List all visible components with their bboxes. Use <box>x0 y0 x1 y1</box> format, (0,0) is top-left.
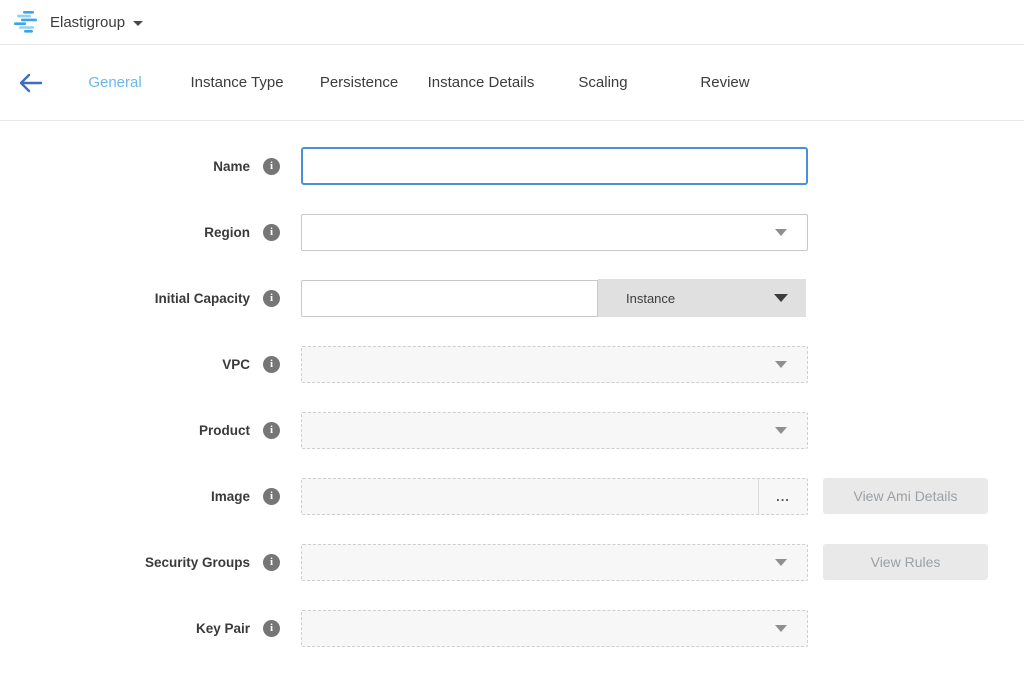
tab-review[interactable]: Review <box>664 74 786 91</box>
tab-instance-details[interactable]: Instance Details <box>420 74 542 91</box>
back-arrow-icon[interactable] <box>18 72 44 94</box>
key-pair-row: Key Pair i <box>0 609 1024 647</box>
view-rules-button[interactable]: View Rules <box>823 544 988 580</box>
chevron-down-icon <box>775 559 787 566</box>
initial-capacity-row: Initial Capacity i Instance <box>0 279 1024 317</box>
key-pair-label: Key Pair <box>0 621 250 636</box>
security-groups-info-icon[interactable]: i <box>263 554 280 571</box>
image-row: Image i ... View Ami Details <box>0 477 1024 515</box>
image-label: Image <box>0 489 250 504</box>
product-row: Product i <box>0 411 1024 449</box>
tab-persistence[interactable]: Persistence <box>298 74 420 91</box>
product-select <box>301 412 808 449</box>
chevron-down-icon <box>775 229 787 236</box>
security-groups-select <box>301 544 808 581</box>
vpc-select <box>301 346 808 383</box>
initial-capacity-info-icon[interactable]: i <box>263 290 280 307</box>
capacity-unit-value: Instance <box>626 291 675 306</box>
product-info-icon[interactable]: i <box>263 422 280 439</box>
image-browse-button[interactable]: ... <box>759 479 807 514</box>
name-input[interactable] <box>301 147 808 185</box>
elastigroup-logo-icon <box>14 11 40 33</box>
security-groups-label: Security Groups <box>0 555 250 570</box>
name-label: Name <box>0 159 250 174</box>
key-pair-select <box>301 610 808 647</box>
security-groups-row: Security Groups i View Rules <box>0 543 1024 581</box>
app-switcher-caret-icon[interactable] <box>133 21 143 26</box>
app-title[interactable]: Elastigroup <box>50 14 125 31</box>
key-pair-info-icon[interactable]: i <box>263 620 280 637</box>
vpc-info-icon[interactable]: i <box>263 356 280 373</box>
region-label: Region <box>0 225 250 240</box>
tab-instance-type[interactable]: Instance Type <box>176 74 298 91</box>
vpc-label: VPC <box>0 357 250 372</box>
product-label: Product <box>0 423 250 438</box>
name-row: Name i <box>0 147 1024 185</box>
view-ami-details-button[interactable]: View Ami Details <box>823 478 988 514</box>
initial-capacity-input[interactable] <box>301 280 598 317</box>
initial-capacity-label: Initial Capacity <box>0 291 250 306</box>
chevron-down-icon <box>775 427 787 434</box>
capacity-unit-select[interactable]: Instance <box>598 279 806 317</box>
chevron-down-icon <box>775 625 787 632</box>
image-input: ... <box>301 478 808 515</box>
chevron-down-icon <box>775 361 787 368</box>
region-select[interactable] <box>301 214 808 251</box>
image-info-icon[interactable]: i <box>263 488 280 505</box>
general-settings-form: Name i Region i Initial Capacity i Insta… <box>0 121 1024 647</box>
region-info-icon[interactable]: i <box>263 224 280 241</box>
vpc-row: VPC i <box>0 345 1024 383</box>
top-bar: Elastigroup <box>0 0 1024 45</box>
name-info-icon[interactable]: i <box>263 158 280 175</box>
tab-general[interactable]: General <box>54 74 176 91</box>
region-row: Region i <box>0 213 1024 251</box>
wizard-tab-bar: General Instance Type Persistence Instan… <box>0 45 1024 121</box>
chevron-down-icon <box>774 294 788 302</box>
tab-scaling[interactable]: Scaling <box>542 74 664 91</box>
wizard-tabs: General Instance Type Persistence Instan… <box>54 74 786 91</box>
